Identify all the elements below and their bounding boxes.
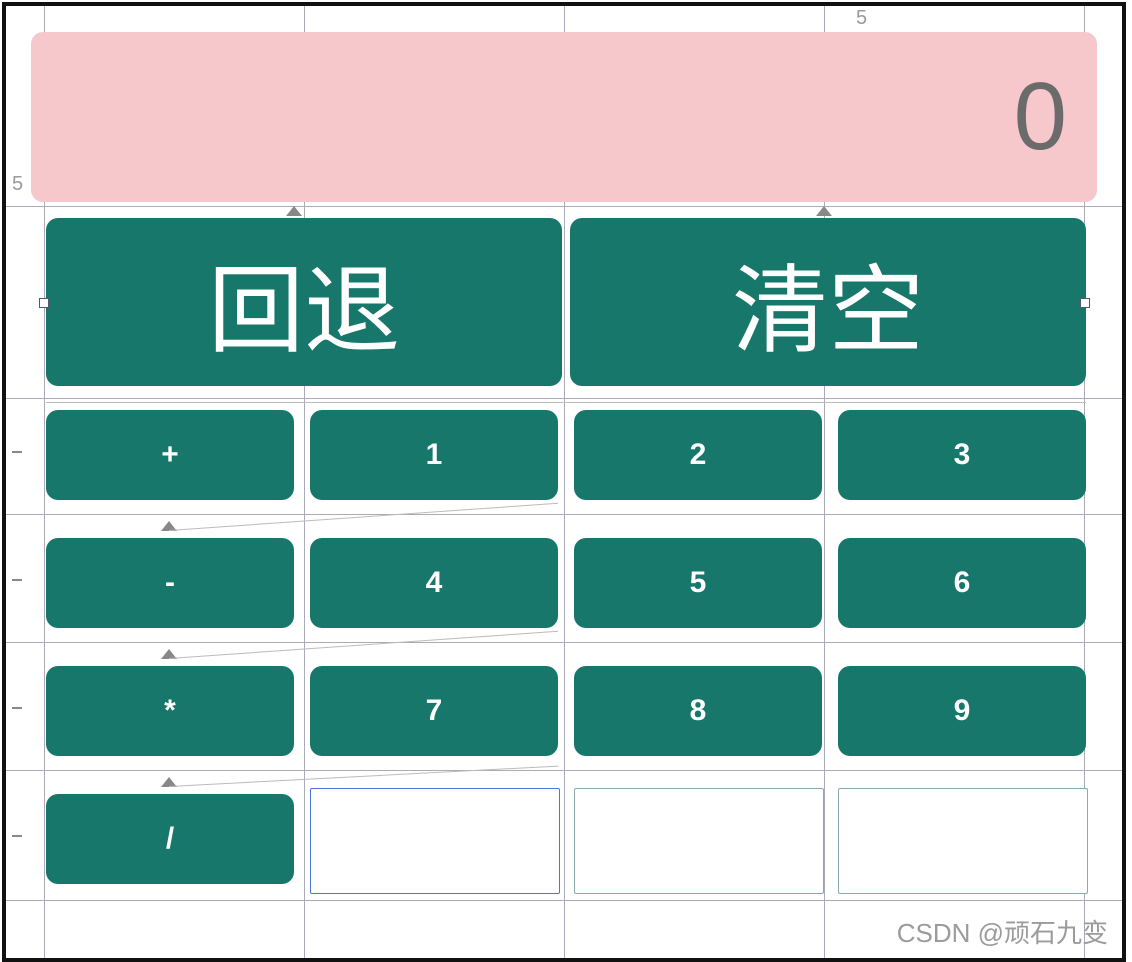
- digit-9-button[interactable]: 9: [838, 666, 1086, 756]
- margin-tick-left: 5: [12, 174, 23, 194]
- digit-7-button[interactable]: 7: [310, 666, 558, 756]
- margin-dash: [12, 579, 22, 581]
- back-button[interactable]: 回退: [46, 218, 562, 386]
- guide-h: [6, 514, 1122, 515]
- margin-dash: [12, 707, 22, 709]
- constraint-line: [46, 402, 1086, 403]
- layout-editor-frame: 5 5 0 回退 清空 + 1 2 3 - 4 5 6 * 7 8 9 / CS…: [2, 2, 1126, 962]
- digit-4-button[interactable]: 4: [310, 538, 558, 628]
- empty-slot: [310, 788, 560, 894]
- watermark-text: CSDN @顽石九变: [897, 913, 1108, 950]
- constraint-handle-icon: [286, 206, 302, 216]
- guide-h: [6, 642, 1122, 643]
- constraint-handle-icon: [161, 649, 177, 659]
- guide-h: [6, 900, 1122, 901]
- margin-tick-top: 5: [856, 8, 867, 28]
- digit-8-button[interactable]: 8: [574, 666, 822, 756]
- constraint-handle-icon: [161, 777, 177, 787]
- digit-2-button[interactable]: 2: [574, 410, 822, 500]
- digit-3-button[interactable]: 3: [838, 410, 1086, 500]
- clear-button[interactable]: 清空: [570, 218, 1086, 386]
- margin-dash: [12, 451, 22, 453]
- digit-6-button[interactable]: 6: [838, 538, 1086, 628]
- calc-display: 0: [31, 32, 1097, 202]
- op-plus-button[interactable]: +: [46, 410, 294, 500]
- calc-display-value: 0: [1014, 62, 1067, 172]
- digit-1-button[interactable]: 1: [310, 410, 558, 500]
- constraint-line: [169, 503, 558, 531]
- constraint-line: [169, 766, 559, 787]
- margin-dash: [12, 835, 22, 837]
- guide-h: [6, 398, 1122, 399]
- op-minus-button[interactable]: -: [46, 538, 294, 628]
- empty-slot: [838, 788, 1088, 894]
- guide-h: [6, 206, 1122, 207]
- digit-5-button[interactable]: 5: [574, 538, 822, 628]
- constraint-handle-icon: [161, 521, 177, 531]
- op-divide-button[interactable]: /: [46, 794, 294, 884]
- guide-h: [6, 770, 1122, 771]
- empty-slot: [574, 788, 824, 894]
- op-multiply-button[interactable]: *: [46, 666, 294, 756]
- constraint-line: [169, 631, 558, 659]
